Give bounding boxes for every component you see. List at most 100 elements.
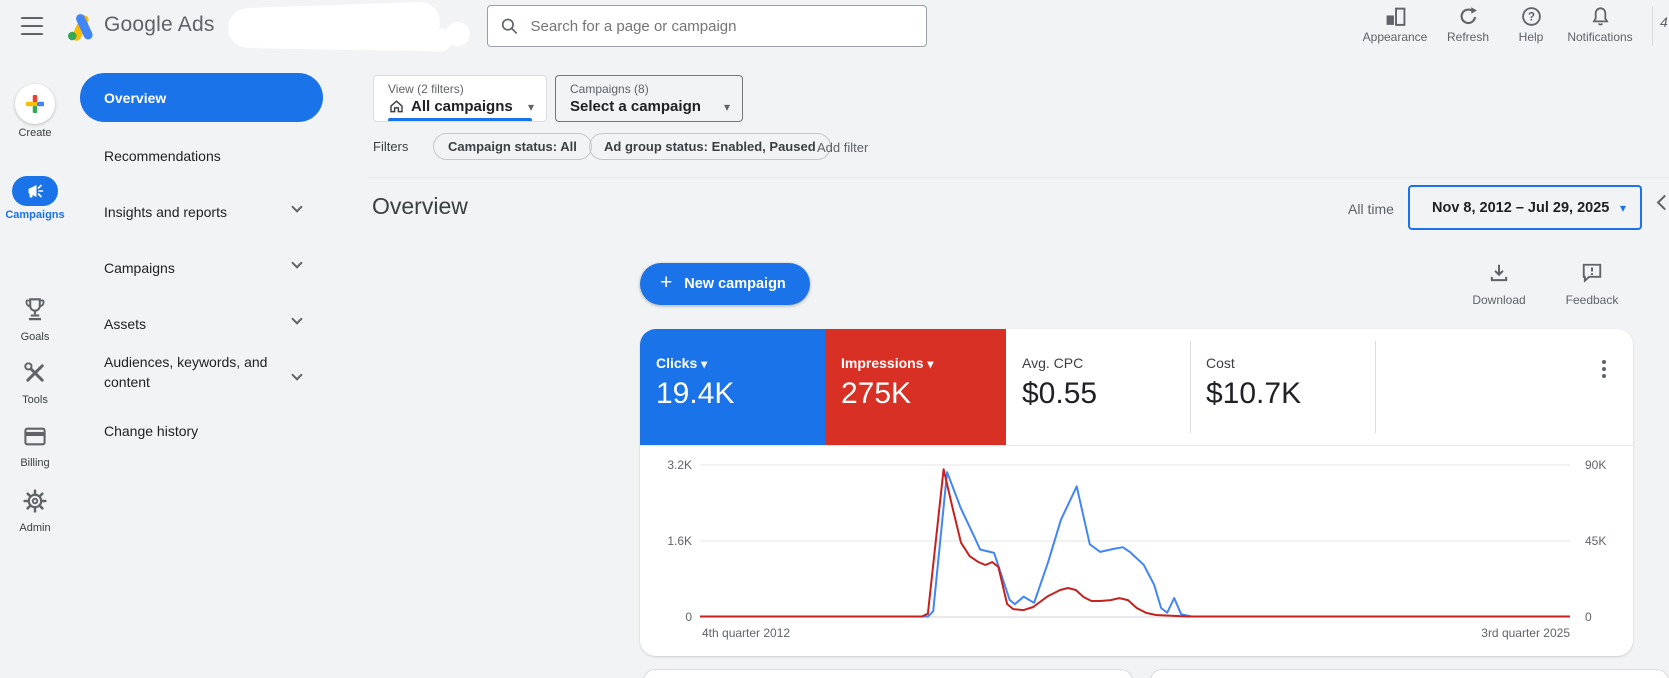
download-button[interactable]: Download — [1459, 262, 1539, 307]
help-icon: ? — [1521, 6, 1542, 27]
metric-value: 19.4K — [656, 377, 734, 411]
feedback-button[interactable]: Feedback — [1552, 262, 1632, 307]
campaign-select-value: Select a campaign — [570, 98, 701, 115]
metric-card-impressions[interactable]: Impressions ▾ 275K — [825, 329, 1006, 445]
page-title: Overview — [372, 193, 468, 220]
megaphone-icon — [25, 181, 45, 201]
metric-label: Impressions ▾ — [841, 355, 933, 371]
trophy-icon — [23, 296, 47, 323]
nav-item-assets[interactable]: Assets — [104, 316, 146, 332]
rail-label-campaigns: Campaigns — [0, 209, 70, 221]
rail-label-goals: Goals — [0, 331, 70, 343]
nav-item-change-history[interactable]: Change history — [104, 423, 198, 439]
left-rail: Create Campaigns Goals — [0, 52, 70, 678]
appearance-icon — [1385, 6, 1406, 27]
refresh-button[interactable]: Refresh — [1437, 5, 1499, 44]
divider — [640, 445, 1633, 446]
performance-line-chart — [700, 455, 1570, 625]
rail-label-create: Create — [0, 127, 70, 139]
metric-card-avg-cpc[interactable]: Avg. CPC $0.55 — [1006, 329, 1190, 445]
active-underline — [388, 118, 532, 121]
menu-icon[interactable] — [21, 17, 43, 35]
metric-value: $0.55 — [1022, 377, 1097, 411]
metric-value: $10.7K — [1206, 377, 1301, 411]
metric-card-clicks[interactable]: Clicks ▾ 19.4K — [640, 329, 825, 445]
divider — [1375, 341, 1376, 433]
help-button[interactable]: ? Help — [1508, 5, 1554, 44]
download-label: Download — [1459, 293, 1539, 307]
more-options-icon[interactable] — [1592, 357, 1616, 381]
home-icon — [388, 98, 405, 115]
right-axis-tick: 45K — [1585, 534, 1606, 548]
chevron-down-icon — [291, 201, 302, 212]
view-filter-dropdown[interactable]: View (2 filters) All campaigns ▾ — [373, 75, 547, 122]
divider — [368, 177, 1669, 178]
filter-chip-ad-group-status[interactable]: Ad group status: Enabled, Paused — [589, 133, 831, 160]
nav-item-campaigns[interactable]: Campaigns — [104, 260, 175, 276]
notifications-button[interactable]: Notifications — [1555, 5, 1645, 44]
plus-multicolor-icon — [23, 92, 47, 116]
search-input[interactable] — [531, 18, 914, 35]
next-card-sliver — [643, 669, 1133, 678]
next-card-sliver — [1150, 669, 1669, 678]
metric-card-cost[interactable]: Cost $10.7K — [1190, 329, 1375, 445]
topbar-divider — [1652, 6, 1653, 46]
rail-item-billing[interactable]: Billing — [0, 424, 70, 469]
feedback-icon — [1581, 262, 1603, 284]
nav-label-overview: Overview — [104, 90, 166, 106]
account-fragment: 4 — [1660, 14, 1668, 30]
right-axis-tick: 90K — [1585, 458, 1606, 472]
notifications-label: Notifications — [1555, 30, 1645, 44]
rail-label-admin: Admin — [0, 522, 70, 534]
rail-item-admin[interactable]: Admin — [0, 488, 70, 534]
metric-label: Cost — [1206, 355, 1235, 371]
google-ads-logo-icon — [64, 10, 98, 44]
caret-down-icon: ▾ — [701, 357, 707, 371]
rail-label-billing: Billing — [0, 457, 70, 469]
nav-item-recommendations[interactable]: Recommendations — [104, 148, 221, 164]
global-search[interactable] — [487, 5, 927, 47]
refresh-label: Refresh — [1437, 30, 1499, 44]
new-campaign-label: New campaign — [684, 276, 786, 292]
caret-down-icon: ▾ — [528, 100, 534, 114]
chevron-down-icon — [291, 257, 302, 268]
rail-item-tools[interactable]: Tools — [0, 360, 70, 406]
nav-item-overview[interactable]: Overview — [80, 73, 323, 122]
add-filter-button[interactable]: Add filter — [817, 140, 868, 155]
nav-item-audiences-keywords-content[interactable]: Audiences, keywords, and content — [104, 352, 282, 392]
date-range-preset: All time — [1348, 201, 1394, 217]
caret-down-icon: ▾ — [724, 100, 730, 114]
chevron-down-icon — [291, 369, 302, 380]
x-axis-start-label: 4th quarter 2012 — [702, 626, 790, 640]
right-axis-tick: 0 — [1585, 610, 1592, 624]
rail-item-campaigns[interactable]: Campaigns — [0, 176, 70, 221]
metric-label: Clicks ▾ — [656, 355, 707, 371]
notifications-icon — [1590, 6, 1611, 27]
appearance-button[interactable]: Appearance — [1350, 5, 1440, 44]
filters-label: Filters — [373, 139, 408, 154]
feedback-label: Feedback — [1552, 293, 1632, 307]
topbar: Google Ads Appearance Refresh ? Help — [0, 0, 1669, 52]
view-filter-label: View (2 filters) — [388, 82, 464, 96]
chevron-down-icon — [291, 313, 302, 324]
metric-label: Avg. CPC — [1022, 355, 1083, 371]
nav-item-insights-and-reports[interactable]: Insights and reports — [104, 204, 227, 220]
download-icon — [1488, 262, 1510, 284]
campaign-select-label: Campaigns (8) — [570, 82, 649, 96]
left-axis-tick: 0 — [642, 610, 692, 624]
date-range-picker[interactable]: Nov 8, 2012 – Jul 29, 2025 ▾ — [1408, 185, 1642, 230]
collapse-panel-icon[interactable] — [1657, 195, 1669, 211]
rail-item-goals[interactable]: Goals — [0, 296, 70, 343]
view-filter-value: All campaigns — [411, 98, 513, 115]
billing-icon — [23, 424, 47, 449]
filter-chip-campaign-status[interactable]: Campaign status: All — [433, 133, 592, 160]
date-range-value: Nov 8, 2012 – Jul 29, 2025 — [1432, 200, 1609, 216]
campaign-select-dropdown[interactable]: Campaigns (8) Select a campaign ▾ — [555, 75, 743, 122]
new-campaign-button[interactable]: + New campaign — [640, 263, 810, 305]
left-axis-tick: 1.6K — [642, 534, 692, 548]
tools-icon — [23, 360, 47, 386]
metric-value: 275K — [841, 377, 911, 411]
redaction-blob — [250, 25, 452, 52]
appearance-label: Appearance — [1350, 30, 1440, 44]
rail-item-create[interactable]: Create — [0, 84, 70, 139]
